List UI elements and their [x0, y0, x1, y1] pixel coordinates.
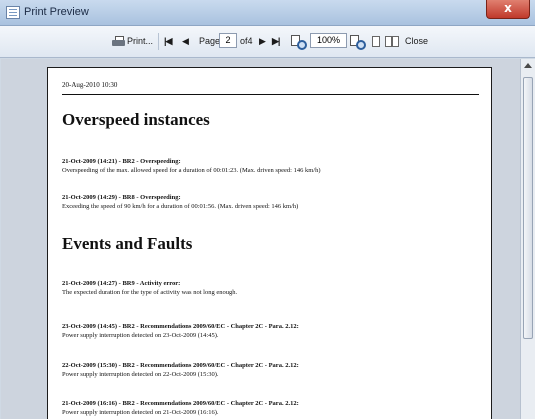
scroll-up-arrow-icon[interactable] [524, 63, 532, 68]
entry-title: 21-Oct-2009 (14:21) - BR2 - Overspeeding… [62, 158, 181, 165]
close-button[interactable]: Close [405, 34, 428, 48]
list-item: 21-Oct-2009 (14:21) - BR2 - Overspeeding… [62, 157, 321, 175]
entry-title: 22-Oct-2009 (15:30) - BR2 - Recommendati… [62, 362, 299, 369]
list-item: 21-Oct-2009 (14:29) - BR8 - Overspeeding… [62, 193, 298, 211]
window-titlebar: Print Preview x [0, 0, 535, 26]
list-item: 22-Oct-2009 (15:30) - BR2 - Recommendati… [62, 361, 299, 379]
section-heading-overspeed: Overspeed instances [62, 110, 210, 129]
window-close-button[interactable]: x [486, 0, 530, 19]
list-item: 23-Oct-2009 (14:45) - BR2 - Recommendati… [62, 322, 299, 340]
previous-page-button[interactable]: ◀ [182, 34, 189, 48]
entry-text: Power supply interruption detected on 22… [62, 371, 219, 378]
page-number-input[interactable]: 2 [219, 33, 237, 48]
page-label: Page [199, 36, 221, 46]
entry-title: 21-Oct-2009 (14:29) - BR8 - Overspeeding… [62, 194, 181, 201]
entry-title: 23-Oct-2009 (14:45) - BR2 - Recommendati… [62, 323, 299, 330]
entry-text: The expected duration for the type of ac… [62, 289, 238, 296]
two-page-view-icon[interactable] [385, 35, 399, 48]
page-count-label: of4 [240, 36, 253, 46]
entry-title: 21-Oct-2009 (14:27) - BR9 - Activity err… [62, 280, 181, 287]
header-rule [62, 94, 479, 95]
next-page-button[interactable]: ▶ [259, 34, 266, 48]
zoom-level-input[interactable]: 100% [310, 33, 347, 48]
list-item: 21-Oct-2009 (16:16) - BR2 - Recommendati… [62, 399, 299, 417]
document-page: 20-Aug-2010 10:30 Overspeed instances 21… [47, 67, 492, 419]
last-page-button[interactable]: ▶| [272, 34, 281, 48]
entry-text: Exceeding the speed of 90 km/h for a dur… [62, 203, 299, 210]
entry-text: Power supply interruption detected on 21… [62, 409, 219, 416]
section-heading-events: Events and Faults [62, 234, 193, 253]
entry-text: Overspeeding of the max. allowed speed f… [62, 167, 321, 174]
preview-area: 20-Aug-2010 10:30 Overspeed instances 21… [1, 59, 520, 419]
vertical-scrollbar[interactable] [520, 59, 535, 419]
zoom-out-icon[interactable] [350, 35, 366, 50]
printer-icon[interactable] [112, 36, 125, 47]
scrollbar-thumb[interactable] [523, 77, 533, 339]
one-page-view-icon[interactable] [371, 35, 381, 48]
print-preview-window-icon [6, 6, 20, 19]
toolbar-separator [158, 33, 159, 50]
entry-text: Power supply interruption detected on 23… [62, 332, 219, 339]
print-button[interactable]: Print... [127, 34, 153, 48]
entry-title: 21-Oct-2009 (16:16) - BR2 - Recommendati… [62, 400, 299, 407]
report-date: 20-Aug-2010 10:30 [62, 81, 118, 89]
preview-toolbar: Print... |◀ ◀ Page 2 of4 ▶ ▶| 100% Close [0, 26, 535, 58]
window-title: Print Preview [24, 6, 89, 18]
first-page-button[interactable]: |◀ [164, 34, 173, 48]
list-item: 21-Oct-2009 (14:27) - BR9 - Activity err… [62, 279, 237, 297]
zoom-in-icon[interactable] [291, 35, 307, 50]
